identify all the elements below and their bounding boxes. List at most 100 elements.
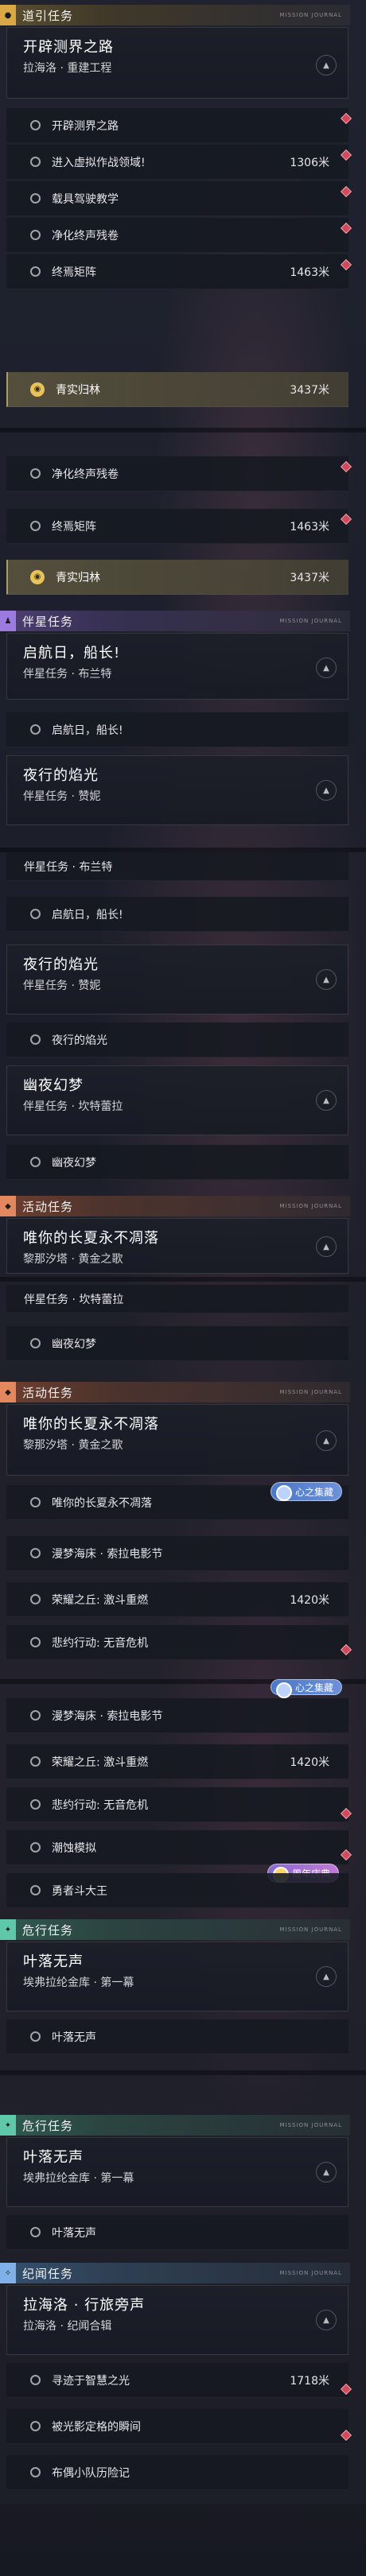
objective-row[interactable]: 幽夜幻梦: [6, 1145, 348, 1180]
objective-row[interactable]: 进入虚拟作战领域! 1306米: [6, 145, 352, 180]
objective-row[interactable]: 净化终声残卷: [6, 456, 352, 491]
objective-circle-icon: [30, 1885, 41, 1895]
person-icon: ♟: [0, 611, 16, 631]
objective-circle-icon: [30, 1034, 41, 1045]
objective-circle-icon: [30, 1637, 41, 1647]
heart-collection-badge[interactable]: 心之集藏: [271, 1679, 343, 1698]
objective-circle-icon: [30, 1497, 41, 1507]
objective-circle-icon: [30, 1842, 41, 1852]
objective-row[interactable]: 勇者斗大王: [6, 1873, 348, 1908]
collapse-toggle-icon[interactable]: ▲: [316, 780, 337, 801]
objective-row[interactable]: 净化终声残卷: [6, 218, 352, 253]
objective-label: 勇者斗大王: [52, 1884, 107, 1898]
objective-distance: 1463米: [290, 520, 329, 533]
objective-circle-icon: [30, 1710, 41, 1721]
objective-row-active[interactable]: ◉ 青实归林 3437米: [6, 560, 348, 595]
quest-title: 叶落无声: [23, 2149, 84, 2166]
objective-row[interactable]: 漫梦海床 · 索拉电影节: [6, 1698, 348, 1733]
objective-distance: 1420米: [290, 1755, 329, 1769]
collapse-toggle-icon[interactable]: ▲: [316, 1090, 337, 1111]
category-header-event[interactable]: ◆ 活动任务 MISSION JOURNAL: [0, 1196, 350, 1216]
collapse-toggle-icon[interactable]: ▲: [316, 2162, 337, 2182]
objective-label: 被光影定格的瞬间: [52, 2420, 141, 2434]
danger-icon: ✦: [0, 2115, 16, 2136]
quest-card[interactable]: 拉海洛 · 行旅旁声 拉海洛 · 纪闻合辑 ▲: [6, 2285, 348, 2355]
category-header-event[interactable]: ◆ 活动任务 MISSION JOURNAL: [0, 1382, 350, 1402]
objective-label: 漫梦海床 · 索拉电影节: [52, 1709, 163, 1723]
objective-row[interactable]: 终焉矩阵 1463米: [6, 254, 352, 289]
category-header-guide[interactable]: ● 道引任务 MISSION JOURNAL: [0, 5, 350, 25]
collapse-toggle-icon[interactable]: ▲: [316, 969, 337, 990]
collapse-toggle-icon[interactable]: ▲: [316, 658, 337, 678]
category-header-danger[interactable]: ✦ 危行任务 MISSION JOURNAL: [0, 1919, 350, 1940]
collapse-toggle-icon[interactable]: ▲: [316, 2310, 337, 2330]
objective-row[interactable]: 悲约行动: 无音危机: [6, 1625, 352, 1660]
quest-title: 唯你的长夏永不凋落: [23, 1416, 159, 1433]
quest-subtitle: 伴星任务 · 坎特蕾拉: [23, 1100, 123, 1113]
category-mini-tag: MISSION JOURNAL: [279, 12, 342, 18]
quest-title: 夜行的焰光: [23, 956, 99, 973]
objective-label: 寻迹于智慧之光: [52, 2374, 130, 2388]
objective-distance: 3437米: [290, 383, 329, 397]
objective-row[interactable]: 叶落无声: [6, 2215, 348, 2250]
objective-distance: 1463米: [290, 266, 329, 279]
quest-title: 开辟测界之路: [23, 39, 114, 56]
collapse-toggle-icon[interactable]: ▲: [316, 1430, 337, 1451]
category-title: 活动任务: [22, 1385, 74, 1400]
segment-divider: [0, 428, 366, 433]
objective-distance: 1306米: [290, 156, 329, 169]
objective-row[interactable]: 荣耀之丘: 激斗重燃 1420米: [6, 1744, 348, 1779]
objective-row[interactable]: 叶落无声: [6, 2019, 348, 2054]
category-header-companion[interactable]: ♟ 伴星任务 MISSION JOURNAL: [0, 611, 350, 631]
category-title: 危行任务: [22, 2118, 74, 2133]
quest-card[interactable]: 唯你的长夏永不凋落 黎那汐塔 · 黄金之歌 ▲: [6, 1218, 348, 1274]
objective-label: 漫梦海床 · 索拉电影节: [52, 1547, 163, 1561]
objective-circle-icon: [30, 1548, 41, 1558]
quest-card[interactable]: 叶落无声 埃弗拉纶金库 · 第一幕 ▲: [6, 2137, 348, 2207]
objective-distance: 1718米: [290, 2374, 329, 2388]
quest-subtitle: 黎那汐塔 · 黄金之歌: [23, 1439, 123, 1452]
quest-card[interactable]: 叶落无声 埃弗拉纶金库 · 第一幕 ▲: [6, 1942, 348, 2012]
collapse-toggle-icon[interactable]: ▲: [316, 1236, 337, 1257]
objective-row[interactable]: 寻迹于智慧之光 1718米: [6, 2363, 352, 2398]
quest-card[interactable]: 启航日，船长! 伴星任务 · 布兰特 ▲: [6, 633, 348, 700]
objective-row[interactable]: 启航日，船长!: [6, 712, 348, 747]
objective-row[interactable]: 潮蚀模拟: [6, 1830, 352, 1865]
objective-row[interactable]: 荣耀之丘: 激斗重燃 1420米: [6, 1582, 348, 1617]
quest-card[interactable]: 开辟测界之路 拉海洛 · 重建工程 ▲: [6, 27, 348, 99]
objective-circle-icon: [30, 266, 41, 277]
objective-row[interactable]: 漫梦海床 · 索拉电影节: [6, 1536, 348, 1571]
objective-distance: 1420米: [290, 1593, 329, 1607]
objective-label: 叶落无声: [52, 2031, 96, 2044]
quest-card[interactable]: 幽夜幻梦 伴星任务 · 坎特蕾拉 ▲: [6, 1065, 348, 1135]
category-mini-tag: MISSION JOURNAL: [279, 2270, 342, 2276]
objective-row-active[interactable]: ◉ 青实归林 3437米: [6, 372, 348, 407]
objective-row[interactable]: 载具驾驶教学: [6, 181, 352, 216]
location-pin-icon: ●: [0, 5, 16, 25]
objective-label: 净化终声残卷: [52, 467, 119, 481]
quest-card[interactable]: 夜行的焰光 伴星任务 · 赞妮 ▲: [6, 945, 348, 1014]
quest-card[interactable]: 唯你的长夏永不凋落 黎那汐塔 · 黄金之歌 ▲: [6, 1404, 348, 1476]
objective-row[interactable]: 布偶小队历险记: [6, 2455, 348, 2490]
objective-row[interactable]: 幽夜幻梦: [6, 1326, 348, 1361]
quest-title: 幽夜幻梦: [23, 1077, 84, 1094]
category-header-chronicle[interactable]: ✧ 纪闻任务 MISSION JOURNAL: [0, 2263, 350, 2283]
quest-subtitle-row: 伴星任务 · 坎特蕾拉: [6, 1285, 348, 1313]
category-header-danger[interactable]: ✦ 危行任务 MISSION JOURNAL: [0, 2115, 350, 2136]
heart-collection-badge[interactable]: 心之集藏: [271, 1482, 343, 1501]
objective-row[interactable]: 夜行的焰光: [6, 1022, 348, 1057]
objective-row[interactable]: 启航日，船长!: [6, 897, 348, 932]
quest-title: 拉海洛 · 行旅旁声: [23, 2297, 146, 2314]
objective-row[interactable]: 开辟测界之路: [6, 108, 352, 143]
collapse-toggle-icon[interactable]: ▲: [316, 1966, 337, 1987]
objective-row[interactable]: 被光影定格的瞬间: [6, 2409, 352, 2444]
collapse-toggle-icon[interactable]: ▲: [316, 55, 337, 76]
objective-label: 净化终声残卷: [52, 229, 119, 242]
objective-label: 启航日，船长!: [52, 908, 123, 921]
objective-label: 荣耀之丘: 激斗重燃: [52, 1593, 149, 1607]
objective-row[interactable]: 终焉矩阵 1463米: [6, 509, 352, 544]
objective-circle-icon: [30, 521, 41, 531]
objective-circle-icon: [30, 724, 41, 735]
objective-row[interactable]: 悲约行动: 无音危机: [6, 1787, 352, 1822]
quest-card[interactable]: 夜行的焰光 伴星任务 · 赞妮 ▲: [6, 755, 348, 825]
